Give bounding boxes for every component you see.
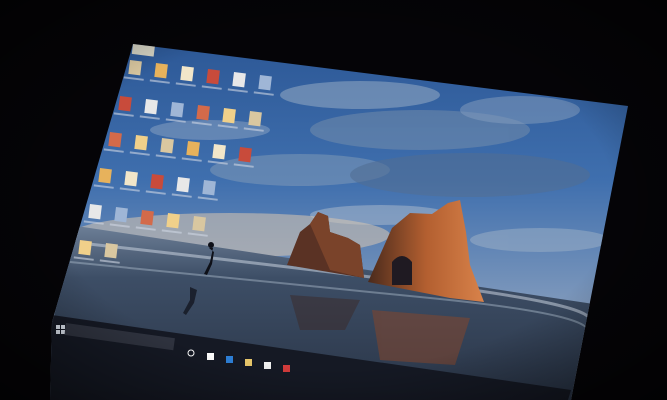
task-view-icon[interactable] (207, 353, 214, 360)
file-explorer-icon[interactable] (245, 359, 252, 366)
photo (0, 0, 667, 400)
store-icon[interactable] (264, 362, 271, 369)
edge-icon[interactable] (226, 356, 233, 363)
red-app-icon[interactable] (283, 365, 290, 372)
